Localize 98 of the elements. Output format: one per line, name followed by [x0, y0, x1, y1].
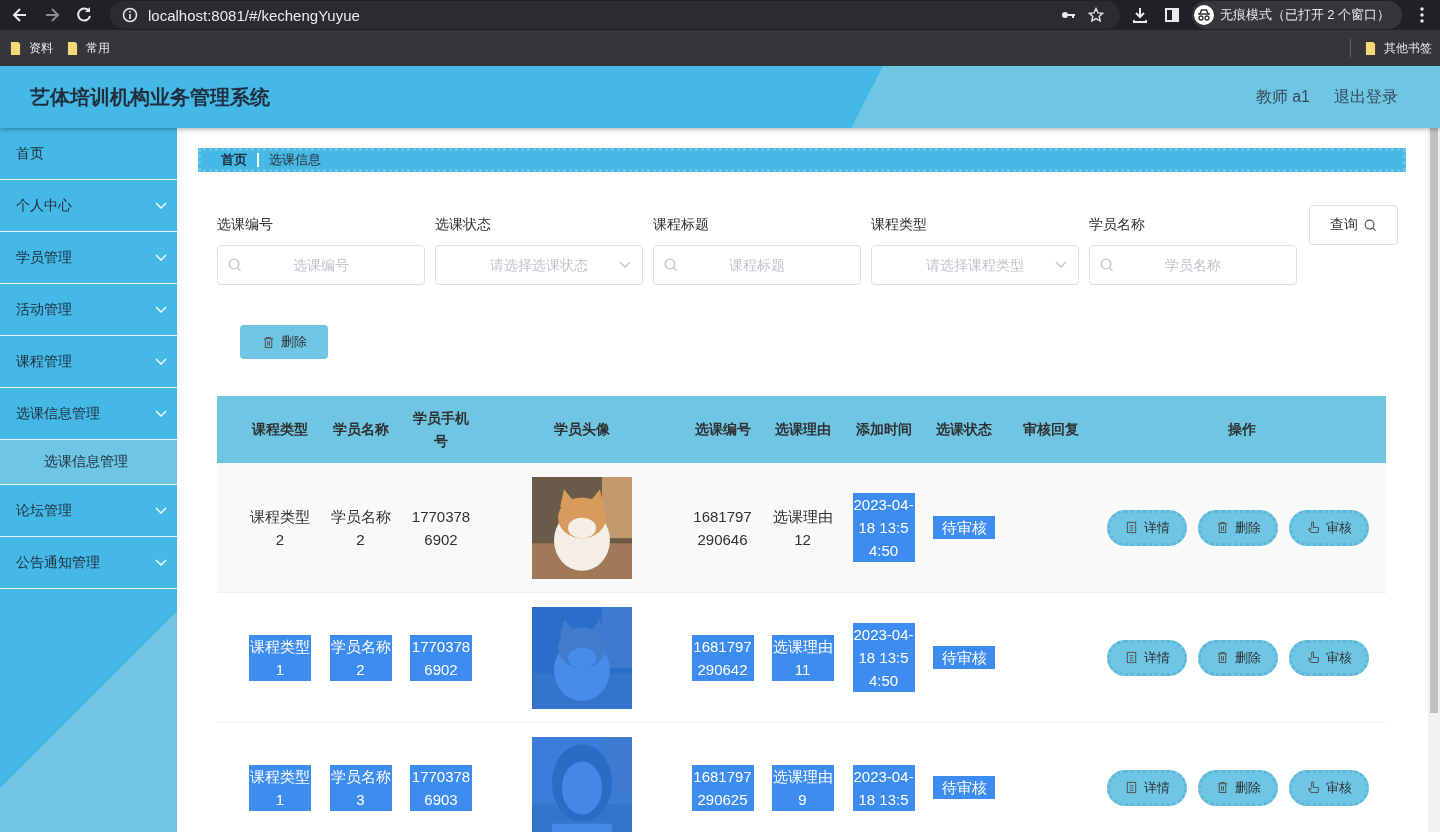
document-icon — [1124, 521, 1138, 534]
reason-cell: 选课理由11 — [771, 634, 834, 681]
trash-icon — [1215, 781, 1229, 794]
logout-link[interactable]: 退出登录 — [1334, 86, 1398, 108]
bookmark-folder[interactable]: 常用 — [67, 39, 110, 57]
reason-cell: 选课理由9 — [771, 764, 834, 811]
review-button[interactable]: 审核 — [1289, 769, 1369, 806]
search-icon — [1100, 258, 1114, 272]
chevron-down-icon — [619, 261, 631, 269]
course-type-cell-text: 课程类型2 — [249, 506, 311, 550]
trash-icon — [1215, 651, 1229, 664]
number-cell: 1681797290625 — [691, 764, 754, 811]
app-title: 艺体培训机构业务管理系统 — [30, 84, 270, 110]
folder-icon — [1365, 40, 1376, 56]
number-cell-text: 1681797290646 — [692, 506, 753, 550]
search-icon — [1364, 218, 1377, 232]
breadcrumb-current: 选课信息 — [269, 151, 321, 169]
bookmark-folder[interactable]: 其他书签 — [1365, 39, 1432, 57]
incognito-badge[interactable]: 无痕模式（已打开 2 个窗口） — [1191, 1, 1402, 29]
filter-label: 选课状态 — [435, 216, 492, 234]
bookmark-folder[interactable]: 资料 — [10, 39, 53, 57]
chevron-down-icon — [155, 558, 167, 567]
select-field[interactable]: 请选择选课状态 — [435, 245, 643, 285]
column-header: 操作 — [1227, 420, 1257, 439]
phone-cell: 17703786903 — [410, 764, 472, 811]
phone-cell-text: 17703786902 — [410, 506, 472, 550]
column-header: 学员名称 — [331, 420, 390, 439]
filter-label: 课程标题 — [653, 216, 710, 234]
column-header: 学员头像 — [553, 420, 611, 439]
column-header: 选课编号 — [693, 420, 752, 439]
breadcrumb-link[interactable]: 首页 — [221, 151, 247, 169]
column-header: 选课理由 — [773, 420, 832, 439]
document-icon — [1124, 781, 1138, 794]
search-button[interactable]: 查询 — [1309, 205, 1398, 245]
info-icon[interactable] — [122, 7, 138, 23]
url-text: localhost:8081/#/kechengYuyue — [148, 6, 360, 24]
select-field[interactable]: 请选择课程类型 — [871, 245, 1079, 285]
folder-icon — [67, 40, 78, 56]
course-type-cell: 课程类型1 — [249, 634, 311, 681]
delete-button[interactable]: 删除 — [1198, 639, 1278, 676]
document-icon — [1124, 651, 1138, 664]
sidebar-item[interactable]: 首页 — [0, 128, 177, 180]
sidebar-subitem[interactable]: 选课信息管理 — [0, 440, 177, 485]
chevron-down-icon — [155, 357, 167, 366]
student-name-cell: 学员名称3 — [329, 764, 392, 811]
search-icon — [664, 258, 678, 272]
status-cell: 待审核 — [933, 776, 995, 799]
filter-label: 学员名称 — [1089, 216, 1146, 234]
status-cell: 待审核 — [933, 516, 995, 539]
sidebar-item[interactable]: 学员管理 — [0, 232, 177, 284]
scrollbar[interactable] — [1430, 128, 1438, 713]
review-button[interactable]: 审核 — [1289, 509, 1369, 546]
column-header: 学员手机号 — [412, 408, 470, 451]
column-header: 课程类型 — [250, 420, 309, 439]
course-type-cell: 课程类型1 — [249, 764, 311, 811]
time-cell: 2023-04-18 13:54:50 — [852, 623, 915, 692]
chevron-down-icon — [155, 305, 167, 314]
column-header: 审核回复 — [1022, 420, 1080, 439]
column-header: 选课状态 — [935, 420, 993, 439]
star-icon[interactable] — [1087, 7, 1104, 23]
incognito-icon — [1193, 5, 1214, 25]
detail-button[interactable]: 详情 — [1107, 639, 1187, 676]
student-name-cell-text: 学员名称2 — [329, 506, 392, 550]
delete-button[interactable]: 删除 — [240, 325, 328, 359]
user-label: 教师 a1 — [1255, 86, 1310, 107]
filter-label: 选课编号 — [217, 216, 274, 234]
sidebar-item[interactable]: 论坛管理 — [0, 485, 177, 537]
student-name-cell: 学员名称2 — [329, 634, 392, 681]
phone-cell: 17703786902 — [410, 634, 472, 681]
sidebar-item[interactable]: 公告通知管理 — [0, 537, 177, 589]
column-header: 添加时间 — [854, 420, 913, 439]
sidebar-item[interactable]: 个人中心 — [0, 180, 177, 232]
chevron-down-icon — [155, 506, 167, 515]
review-button[interactable]: 审核 — [1289, 639, 1369, 676]
detail-button[interactable]: 详情 — [1107, 769, 1187, 806]
time-cell: 2023-04-18 13:5 — [852, 764, 915, 811]
delete-button[interactable]: 删除 — [1198, 769, 1278, 806]
chevron-down-icon — [155, 253, 167, 262]
search-icon — [228, 258, 242, 272]
detail-button[interactable]: 详情 — [1107, 509, 1187, 546]
sidebar-item[interactable]: 课程管理 — [0, 336, 177, 388]
chevron-down-icon — [155, 201, 167, 210]
time-cell: 2023-04-18 13:54:50 — [852, 493, 915, 562]
chevron-down-icon — [1055, 261, 1067, 269]
reason-cell-text: 选课理由12 — [771, 506, 834, 550]
search-field[interactable]: 选课编号 — [217, 245, 425, 285]
sidebar-item[interactable]: 活动管理 — [0, 284, 177, 336]
number-cell: 1681797290642 — [691, 634, 754, 681]
address-bar[interactable]: localhost:8081/#/kechengYuyue — [110, 1, 1120, 29]
delete-button[interactable]: 删除 — [1198, 509, 1278, 546]
filter-label: 课程类型 — [871, 216, 928, 234]
trash-icon — [1215, 521, 1229, 534]
folder-icon — [10, 40, 21, 56]
status-cell: 待审核 — [933, 646, 995, 669]
chevron-down-icon — [155, 409, 167, 418]
trash-icon — [261, 335, 275, 349]
search-field[interactable]: 学员名称 — [1089, 245, 1297, 285]
search-field[interactable]: 课程标题 — [653, 245, 861, 285]
